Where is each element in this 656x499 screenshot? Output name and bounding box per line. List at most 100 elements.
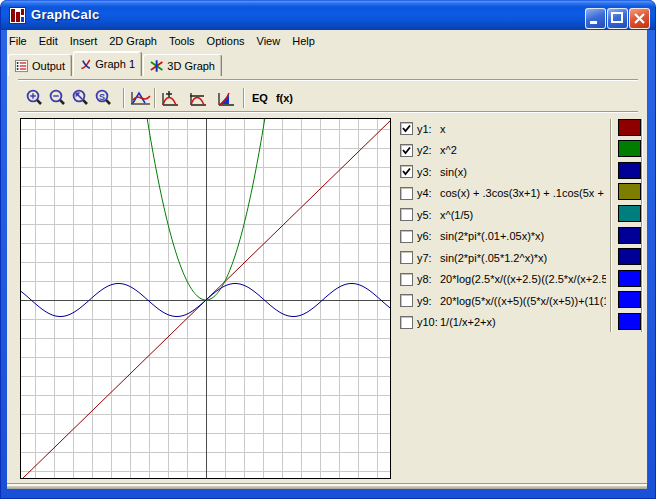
zoom-out-icon [48,88,68,108]
zoom-out-button[interactable] [48,88,68,108]
check-icon [401,123,412,134]
equation-button[interactable]: EQ [252,92,268,104]
zoom-in-icon [25,88,45,108]
equation-row: y10:1/(1/x+2+x) [400,312,606,334]
menu-insert[interactable]: Insert [64,33,104,49]
equation-checkbox[interactable] [400,273,413,286]
equation-name: y10: [417,316,440,328]
menu-help[interactable]: Help [286,33,321,49]
app-window: GraphCalc FileEditInsert2D GraphToolsOpt… [0,0,656,499]
equation-checkbox[interactable] [400,230,413,243]
app-icon [9,7,26,24]
equation-row: y4:cos(x) + .3cos(3x+1) + .1cos(5x + 8) [400,183,606,205]
equation-checkbox[interactable] [400,122,413,135]
equation-expression: sin(x) [440,166,606,178]
equation-row: y9:20*log(5*x/((x+5)((5*x/(x+5))+(11(10 [400,290,606,312]
graph1-icon [80,57,91,72]
equation-row: y7:sin(2*pi*(.05*1.2^x)*x) [400,247,606,269]
equation-expression: x [440,123,606,135]
equation-row: y3:sin(x) [400,161,606,183]
equation-name: y5: [417,209,440,221]
equation-expression: 1/(1/x+2+x) [440,316,606,328]
toolbar-separator [123,88,125,108]
zoom-previous-button[interactable] [71,88,91,108]
tab-label: Output [32,60,65,72]
check-icon [401,166,412,177]
toolbar: S [25,85,301,111]
tangent-line-button[interactable] [188,88,208,108]
equation-row: y6:sin(2*pi*(.01+.05x)*x) [400,226,606,248]
close-icon [630,9,649,28]
menu-bar: FileEditInsert2D GraphToolsOptionsViewHe… [8,31,321,50]
close-button[interactable] [629,8,650,29]
equation-expression: 20*log(5*x/((x+5)((5*x/(x+5))+(11(10 [440,295,606,307]
graph-canvas[interactable] [21,119,390,478]
equation-row: y2:x^2 [400,140,606,162]
equation-row: y8:20*log(2.5*x/((x+2.5)((2.5*x/(x+2.5)) [400,269,606,291]
equation-expression: x^(1/5) [440,209,606,221]
minimize-icon [586,9,605,28]
plot-area[interactable] [20,118,391,479]
equation-name: y2: [417,144,440,156]
equation-color-swatch[interactable] [618,119,641,136]
equation-name: y9: [417,295,440,307]
menu-view[interactable]: View [251,33,287,49]
equation-checkbox[interactable] [400,294,413,307]
equation-color-swatch[interactable] [618,313,641,330]
maximize-button[interactable] [607,8,628,29]
tab-3dgraph[interactable]: 3D Graph [143,54,222,76]
toolbar-separator [243,88,245,108]
zoom-previous-icon [71,88,91,108]
zoom-standard-button[interactable]: S [94,88,114,108]
equation-color-swatch[interactable] [618,183,641,200]
equation-color-swatch[interactable] [618,270,641,287]
tab-label: Graph 1 [95,58,135,70]
equation-color-swatch[interactable] [618,227,641,244]
menu-file[interactable]: File [8,33,33,49]
zoom-standard-icon: S [94,88,114,108]
equation-name: y8: [417,273,440,285]
equation-color-swatch[interactable] [618,162,641,179]
window-title: GraphCalc [31,7,99,22]
equation-name: y4: [417,187,440,199]
equation-color-swatch[interactable] [618,205,641,222]
equation-checkbox[interactable] [400,251,413,264]
equation-name: y3: [417,166,440,178]
zoom-in-button[interactable] [25,88,45,108]
menu-edit[interactable]: Edit [33,33,64,49]
equation-color-swatch[interactable] [618,291,641,308]
find-extrema-button[interactable] [160,88,180,108]
fx-button[interactable]: f(x) [276,92,293,104]
equation-checkbox[interactable] [400,187,413,200]
equation-expression: 20*log(2.5*x/((x+2.5)((2.5*x/(x+2.5)) [440,273,606,285]
integrate-button[interactable] [216,88,236,108]
output-icon [15,59,28,73]
threed-graph-icon [150,59,163,73]
check-icon [401,145,412,156]
tab-graph1[interactable]: Graph 1 [73,51,142,76]
trace-button[interactable] [129,88,152,108]
equation-color-swatch[interactable] [618,140,641,157]
equation-expression: cos(x) + .3cos(3x+1) + .1cos(5x + 8) [440,187,606,199]
equation-row: y5:x^(1/5) [400,204,606,226]
equation-checkbox[interactable] [400,165,413,178]
equation-expression: sin(2*pi*(.01+.05x)*x) [440,230,606,242]
title-bar[interactable]: GraphCalc [1,1,655,30]
equation-checkbox[interactable] [400,208,413,221]
minimize-button[interactable] [585,8,606,29]
equation-name: y6: [417,230,440,242]
menu-tools[interactable]: Tools [163,33,201,49]
equation-checkbox[interactable] [400,316,413,329]
tab-output[interactable]: Output [8,54,72,76]
menu-2d-graph[interactable]: 2D Graph [103,33,163,49]
equation-checkbox[interactable] [400,144,413,157]
trace-icon [129,88,152,108]
equation-color-swatch[interactable] [618,248,641,265]
svg-text:S: S [99,92,105,102]
equation-name: y1: [417,123,440,135]
equation-expression: x^2 [440,144,606,156]
maximize-icon [608,9,627,28]
tangent-line-icon [188,88,208,108]
menu-options[interactable]: Options [201,33,251,49]
integrate-icon [216,88,236,108]
